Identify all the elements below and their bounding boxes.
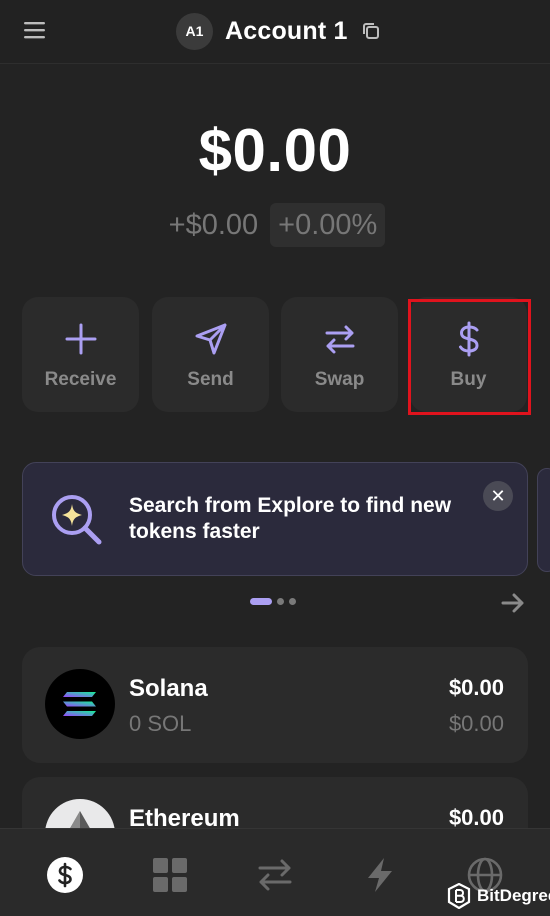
banner-text: Search from Explore to find new tokens f… [129,494,452,543]
arrow-right-icon[interactable] [500,590,526,616]
copy-icon[interactable] [360,20,382,42]
close-icon[interactable]: ✕ [483,481,513,511]
quick-actions: Receive Send Swap Buy [22,297,530,412]
buy-button[interactable]: Buy [410,297,527,412]
token-value-change: $0.00 [448,711,504,736]
total-balance: $0.00 [198,117,352,184]
buy-label: Buy [450,369,487,390]
swapper-tab[interactable] [255,855,295,895]
grid-icon [153,858,187,892]
balance-change-amount: +$0.00 [168,209,259,241]
explore-tip-banner[interactable]: Search from Explore to find new tokens f… [22,462,528,576]
collectibles-tab[interactable] [150,855,190,895]
lightning-icon [368,858,392,892]
send-label: Send [187,369,234,390]
bitdegree-watermark: BitDegree [447,882,550,910]
swap-icon [325,325,354,354]
pager-dot[interactable] [277,598,284,605]
token-row-solana[interactable]: Solana 0 SOL $0.00 $0.00 [22,647,528,763]
wallet-tab[interactable] [45,855,85,895]
watermark-text: BitDegree [477,886,550,905]
activity-tab[interactable] [360,855,400,895]
dollar-icon [458,321,479,357]
top-bar: A1 Account 1 [0,0,550,64]
pager-dot[interactable] [289,598,296,605]
explore-search-icon [52,495,102,545]
account-name[interactable]: Account 1 [225,17,348,46]
swap-label: Swap [314,369,365,390]
token-name: Solana [129,675,208,702]
banner-pager [250,598,296,605]
receive-button[interactable]: Receive [22,297,139,412]
plus-icon [65,323,96,355]
account-switcher[interactable]: A1 Account 1 [176,11,382,51]
dollar-circle-icon [47,857,83,893]
token-amount: 0 SOL [129,711,192,736]
swap-button[interactable]: Swap [281,297,398,412]
bitdegree-logo-icon [447,883,471,909]
avatar[interactable]: A1 [176,12,213,50]
token-value: $0.00 [448,675,504,700]
send-icon [195,323,226,355]
receive-label: Receive [44,369,117,390]
pager-dot-active[interactable] [250,598,272,605]
balance-change-percent: +0.00% [270,203,386,247]
hamburger-menu-icon[interactable] [22,19,48,41]
send-button[interactable]: Send [152,297,269,412]
solana-logo-icon [45,669,115,739]
next-banner-preview[interactable] [537,468,550,572]
balance-change-row: +$0.00 +0.00% [0,203,550,247]
swap-arrows-icon [258,859,292,891]
